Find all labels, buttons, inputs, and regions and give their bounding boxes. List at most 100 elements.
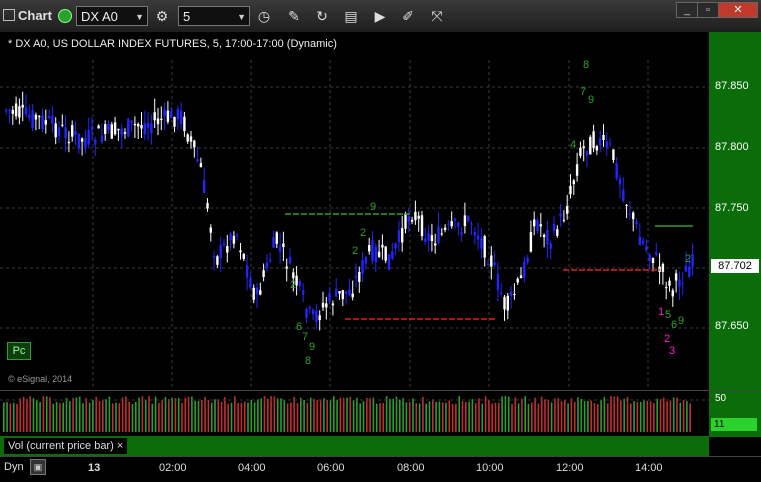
candle-body [470, 223, 473, 225]
candle-body [602, 134, 605, 141]
candle-body [447, 223, 450, 225]
volume-bar [656, 398, 658, 432]
volume-bar [682, 400, 685, 432]
volume-bar [65, 397, 68, 432]
candle-body [361, 259, 364, 274]
price-tick: 87.800 [715, 141, 749, 153]
candle-body [41, 114, 44, 130]
sequence-marker: 8 [583, 59, 589, 71]
candle-body [681, 283, 684, 285]
sequence-marker: 2 [685, 253, 691, 265]
candle-body [11, 109, 14, 114]
volume-bar [111, 403, 114, 432]
dynamic-mode-label[interactable]: Dyn [4, 461, 24, 473]
volume-bar [610, 396, 612, 432]
volume-bar [613, 396, 616, 432]
time-tick: 10:00 [476, 462, 504, 474]
candle-body [632, 212, 635, 220]
volume-bar [273, 396, 276, 432]
volume-bar [263, 396, 266, 432]
volume-bar [399, 399, 401, 432]
volume-bar [395, 396, 398, 432]
volume-bar [164, 396, 167, 432]
candle-body [321, 302, 325, 308]
candle-body [486, 264, 490, 266]
volume-bar [689, 403, 691, 432]
sequence-marker: 6 [671, 319, 677, 331]
candle-body [473, 231, 476, 236]
volume-bar [260, 398, 262, 432]
candle-body [222, 243, 226, 246]
volume-bar [333, 396, 335, 432]
candle-body [275, 232, 278, 244]
volume-bar [181, 402, 183, 432]
candle-body [500, 292, 503, 295]
volume-bar [537, 403, 540, 432]
time-tick: 02:00 [159, 462, 187, 474]
volume-bar [593, 403, 596, 432]
volume-bar [309, 397, 312, 432]
sequence-marker: 2 [664, 333, 670, 345]
candle-body [302, 290, 305, 295]
volume-bar [379, 403, 381, 432]
candle-body [579, 147, 582, 156]
volume-bar [547, 400, 550, 432]
sequence-marker: 9 [678, 315, 684, 327]
volume-bar [197, 401, 200, 432]
volume-bar [389, 399, 391, 432]
volume-bar [356, 397, 358, 432]
candle-body [44, 120, 47, 125]
volume-bar [560, 401, 563, 432]
volume-bar [59, 403, 61, 432]
close-icon[interactable]: × [117, 440, 123, 452]
candle-body [176, 108, 179, 120]
volume-bar [428, 401, 431, 432]
candle-body [539, 224, 542, 227]
candle-body [599, 138, 602, 146]
candle-body [427, 232, 430, 241]
candle-body [503, 296, 506, 310]
candle-body [608, 143, 612, 145]
candle-body [628, 213, 632, 215]
volume-bar [141, 396, 144, 432]
candle-body [183, 116, 186, 132]
lock-icon[interactable]: ▣ [30, 459, 46, 475]
candle-body [401, 228, 404, 243]
volume-current-label: 11 [711, 418, 757, 431]
volume-bar [270, 396, 272, 432]
current-price-label: 87.702 [711, 259, 759, 273]
volume-bar [686, 401, 688, 432]
volume-bar [620, 400, 622, 432]
candle-body [552, 223, 556, 231]
volume-bar [187, 396, 190, 432]
volume-bar [125, 396, 127, 432]
sequence-marker: 1 [658, 306, 664, 318]
volume-bar [300, 397, 302, 432]
volume-study-label[interactable]: Vol (current price bar) × [4, 438, 128, 454]
volume-bar [392, 398, 394, 432]
volume-bar [415, 403, 418, 432]
volume-bar [184, 397, 187, 432]
volume-bar [643, 400, 645, 432]
volume-bar [280, 398, 282, 432]
candle-body [480, 238, 483, 249]
candle-body [252, 287, 255, 300]
candle-body [523, 261, 526, 278]
pc-button[interactable]: Pc [7, 342, 31, 360]
candle-body [476, 235, 480, 240]
volume-bar [243, 401, 246, 432]
candle-body [460, 232, 463, 235]
volume-bar [319, 399, 322, 432]
candle-body [348, 289, 351, 296]
sequence-marker: 7 [302, 331, 308, 343]
volume-bar [55, 402, 58, 432]
volume-bar [230, 402, 233, 432]
candle-body [146, 123, 150, 128]
volume-bar [52, 403, 55, 432]
volume-bar [484, 396, 487, 432]
candle-body [38, 116, 41, 118]
volume-bar [135, 401, 137, 432]
volume-bar [554, 398, 556, 432]
volume-bar [32, 398, 35, 432]
volume-bar [326, 400, 328, 432]
